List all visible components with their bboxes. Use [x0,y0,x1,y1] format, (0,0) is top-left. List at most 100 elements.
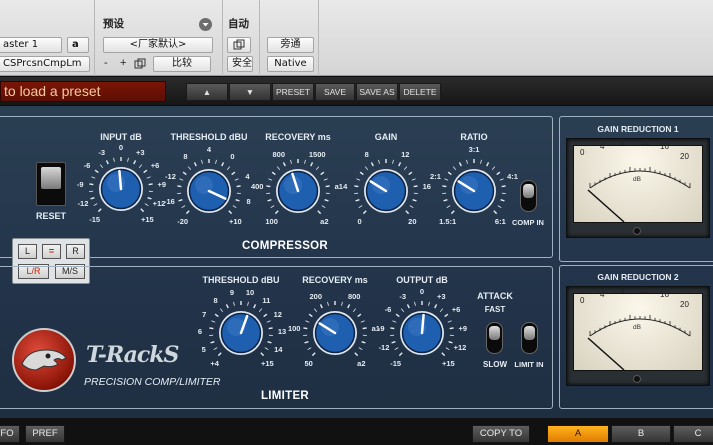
limiter-title: LIMITER [260,390,310,402]
knob-pointer [118,169,123,191]
knob-tick-label: -15 [89,215,101,225]
t-racks-logo-icon [12,328,76,392]
preset-next-button[interactable]: ▼ [229,83,271,101]
meter-scale-label: 20 [680,300,689,309]
left-channel-button[interactable]: L [18,244,37,259]
chevron-down-icon [202,23,209,27]
knob-tick-label: -16 [163,196,175,206]
brand-subtitle: PRECISION COMP/LIMITER [84,376,221,388]
knob-tick-label: a2 [320,217,329,227]
knob-tick-label: 3:1 [468,145,480,154]
knob-tick-label: 0 [357,217,362,227]
save-button[interactable]: SAVE [315,83,355,101]
compressor-knob-label: RECOVERY ms [265,132,331,142]
meter-screw-icon [633,375,641,383]
meter-scale-label: 8 [620,286,625,296]
preset-browse-button[interactable]: PRESET [272,83,314,101]
knob-tick-label: 400 [250,181,264,191]
limit-in-label: LIMIT IN [514,360,544,369]
knob-tick-label: 8 [364,149,369,159]
knob-tick-label: 8 [246,196,251,206]
snapshot-a-button[interactable]: A [547,425,609,443]
attack-toggle[interactable] [486,322,503,354]
dinosaur-skull-icon [21,349,67,371]
meter-scale-label: 0 [580,148,585,157]
knob-tick-label: 6:1 [494,217,506,227]
meter-scale-label: 4 [600,142,605,152]
limiter-section [0,266,553,409]
knob-tick-label: 4 [206,145,212,154]
insert-selector[interactable]: a [67,37,89,53]
info-button[interactable]: FO [0,425,20,443]
comp-in-toggle[interactable] [520,180,537,212]
meter-scale-label: 4 [600,290,605,300]
knob-tick-label: 12 [401,149,410,159]
limit-in-toggle[interactable] [521,322,538,354]
meter-unit-label: dB [633,176,641,183]
preset-prev-button[interactable]: ▲ [186,83,228,101]
safe-button[interactable]: 安全 [227,56,253,72]
knob-tick-label: 2:1 [430,171,441,181]
header-divider [222,0,223,76]
meter-unit-label: dB [633,324,641,331]
copy-to-button[interactable]: COPY TO [472,425,530,443]
compressor-knob-label: INPUT dB [100,132,142,142]
compressor-knob-label: THRESHOLD dBU [170,132,248,142]
header-divider [94,0,95,76]
copy-icon [134,58,146,69]
knob-tick-label: 1.5:1 [439,217,457,227]
gain-reduction-title: GAIN REDUCTION 1 [597,124,679,134]
automation-heading: 自动 [228,18,249,30]
track-selector[interactable]: aster 1 [0,37,62,53]
meter-screw-icon [633,227,641,235]
right-channel-button[interactable]: R [66,244,85,259]
automation-icon [233,39,245,50]
plugin-selector[interactable]: CSPrcsnCmpLm [0,56,90,72]
knob-tick-label: +3 [135,147,145,157]
knob-tick-label: -9 [76,179,84,189]
delete-button[interactable]: DELETE [399,83,441,101]
knob-tick-label: 800 [272,149,285,159]
knob-tick-label: -20 [177,217,189,227]
knob-tick-label: -6 [83,161,91,171]
comp-in-label: COMP IN [512,218,544,227]
attack-label: ATTACK [477,291,513,301]
attack-fast-label: FAST [484,305,506,314]
knob-tick-label: 8 [183,152,188,162]
meter-scale-label: 0 [580,296,585,305]
knob-tick-label: +6 [150,161,160,171]
preset-menu-button[interactable] [199,18,212,31]
reset-switch[interactable] [36,162,66,206]
preset-display[interactable]: to load a preset [0,81,166,102]
knob-tick-label: 4 [245,171,250,181]
meter-scale-label: 12 [640,138,649,148]
native-button[interactable]: Native [267,56,314,72]
snapshot-b-button[interactable]: B [611,425,671,443]
compressor-title: COMPRESSOR [241,240,329,252]
preferences-button[interactable]: PREF [25,425,65,443]
header-divider [259,0,260,76]
bypass-button[interactable]: 旁通 [267,37,314,53]
compare-button[interactable]: 比较 [153,56,211,72]
preset-plus-button[interactable]: + [120,57,126,69]
meter-scale-label: 20 [680,152,689,161]
snapshot-c-button[interactable]: C [673,425,713,443]
knob-tick-label: 20 [408,217,417,227]
meter-scale-label: 12 [640,286,649,296]
preset-selector[interactable]: <厂家默认> [103,37,213,53]
knob-tick-label: -12 [165,171,176,181]
preset-minus-button[interactable]: - [104,57,108,69]
meter-scale-label: 8 [620,138,625,148]
link-channels-button[interactable]: = [42,244,61,259]
knob-tick-label: +10 [228,217,242,227]
copy-settings-button[interactable] [134,57,146,75]
knob-tick-label: 4 [343,181,348,191]
meter-scale-label: 16 [660,290,669,300]
save-as-button[interactable]: SAVE AS [356,83,398,101]
meter-scale-label: 16 [660,142,669,152]
compressor-knob-label: RATIO [460,132,488,142]
knob-tick-label: 0 [230,152,235,162]
preset-heading: 预设 [103,18,124,30]
knob-tick-label: +15 [140,215,154,225]
automation-button[interactable] [227,37,251,53]
